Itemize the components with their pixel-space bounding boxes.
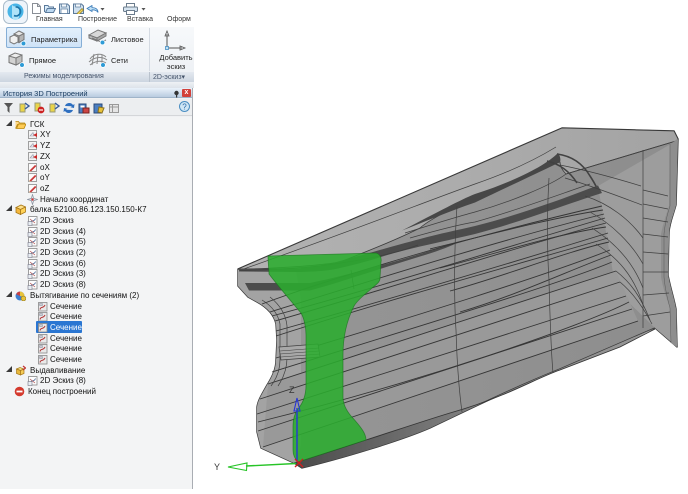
- svg-text:Z: Z: [289, 385, 295, 395]
- svg-text:Y: Y: [214, 462, 220, 472]
- svg-text:?: ?: [182, 102, 187, 111]
